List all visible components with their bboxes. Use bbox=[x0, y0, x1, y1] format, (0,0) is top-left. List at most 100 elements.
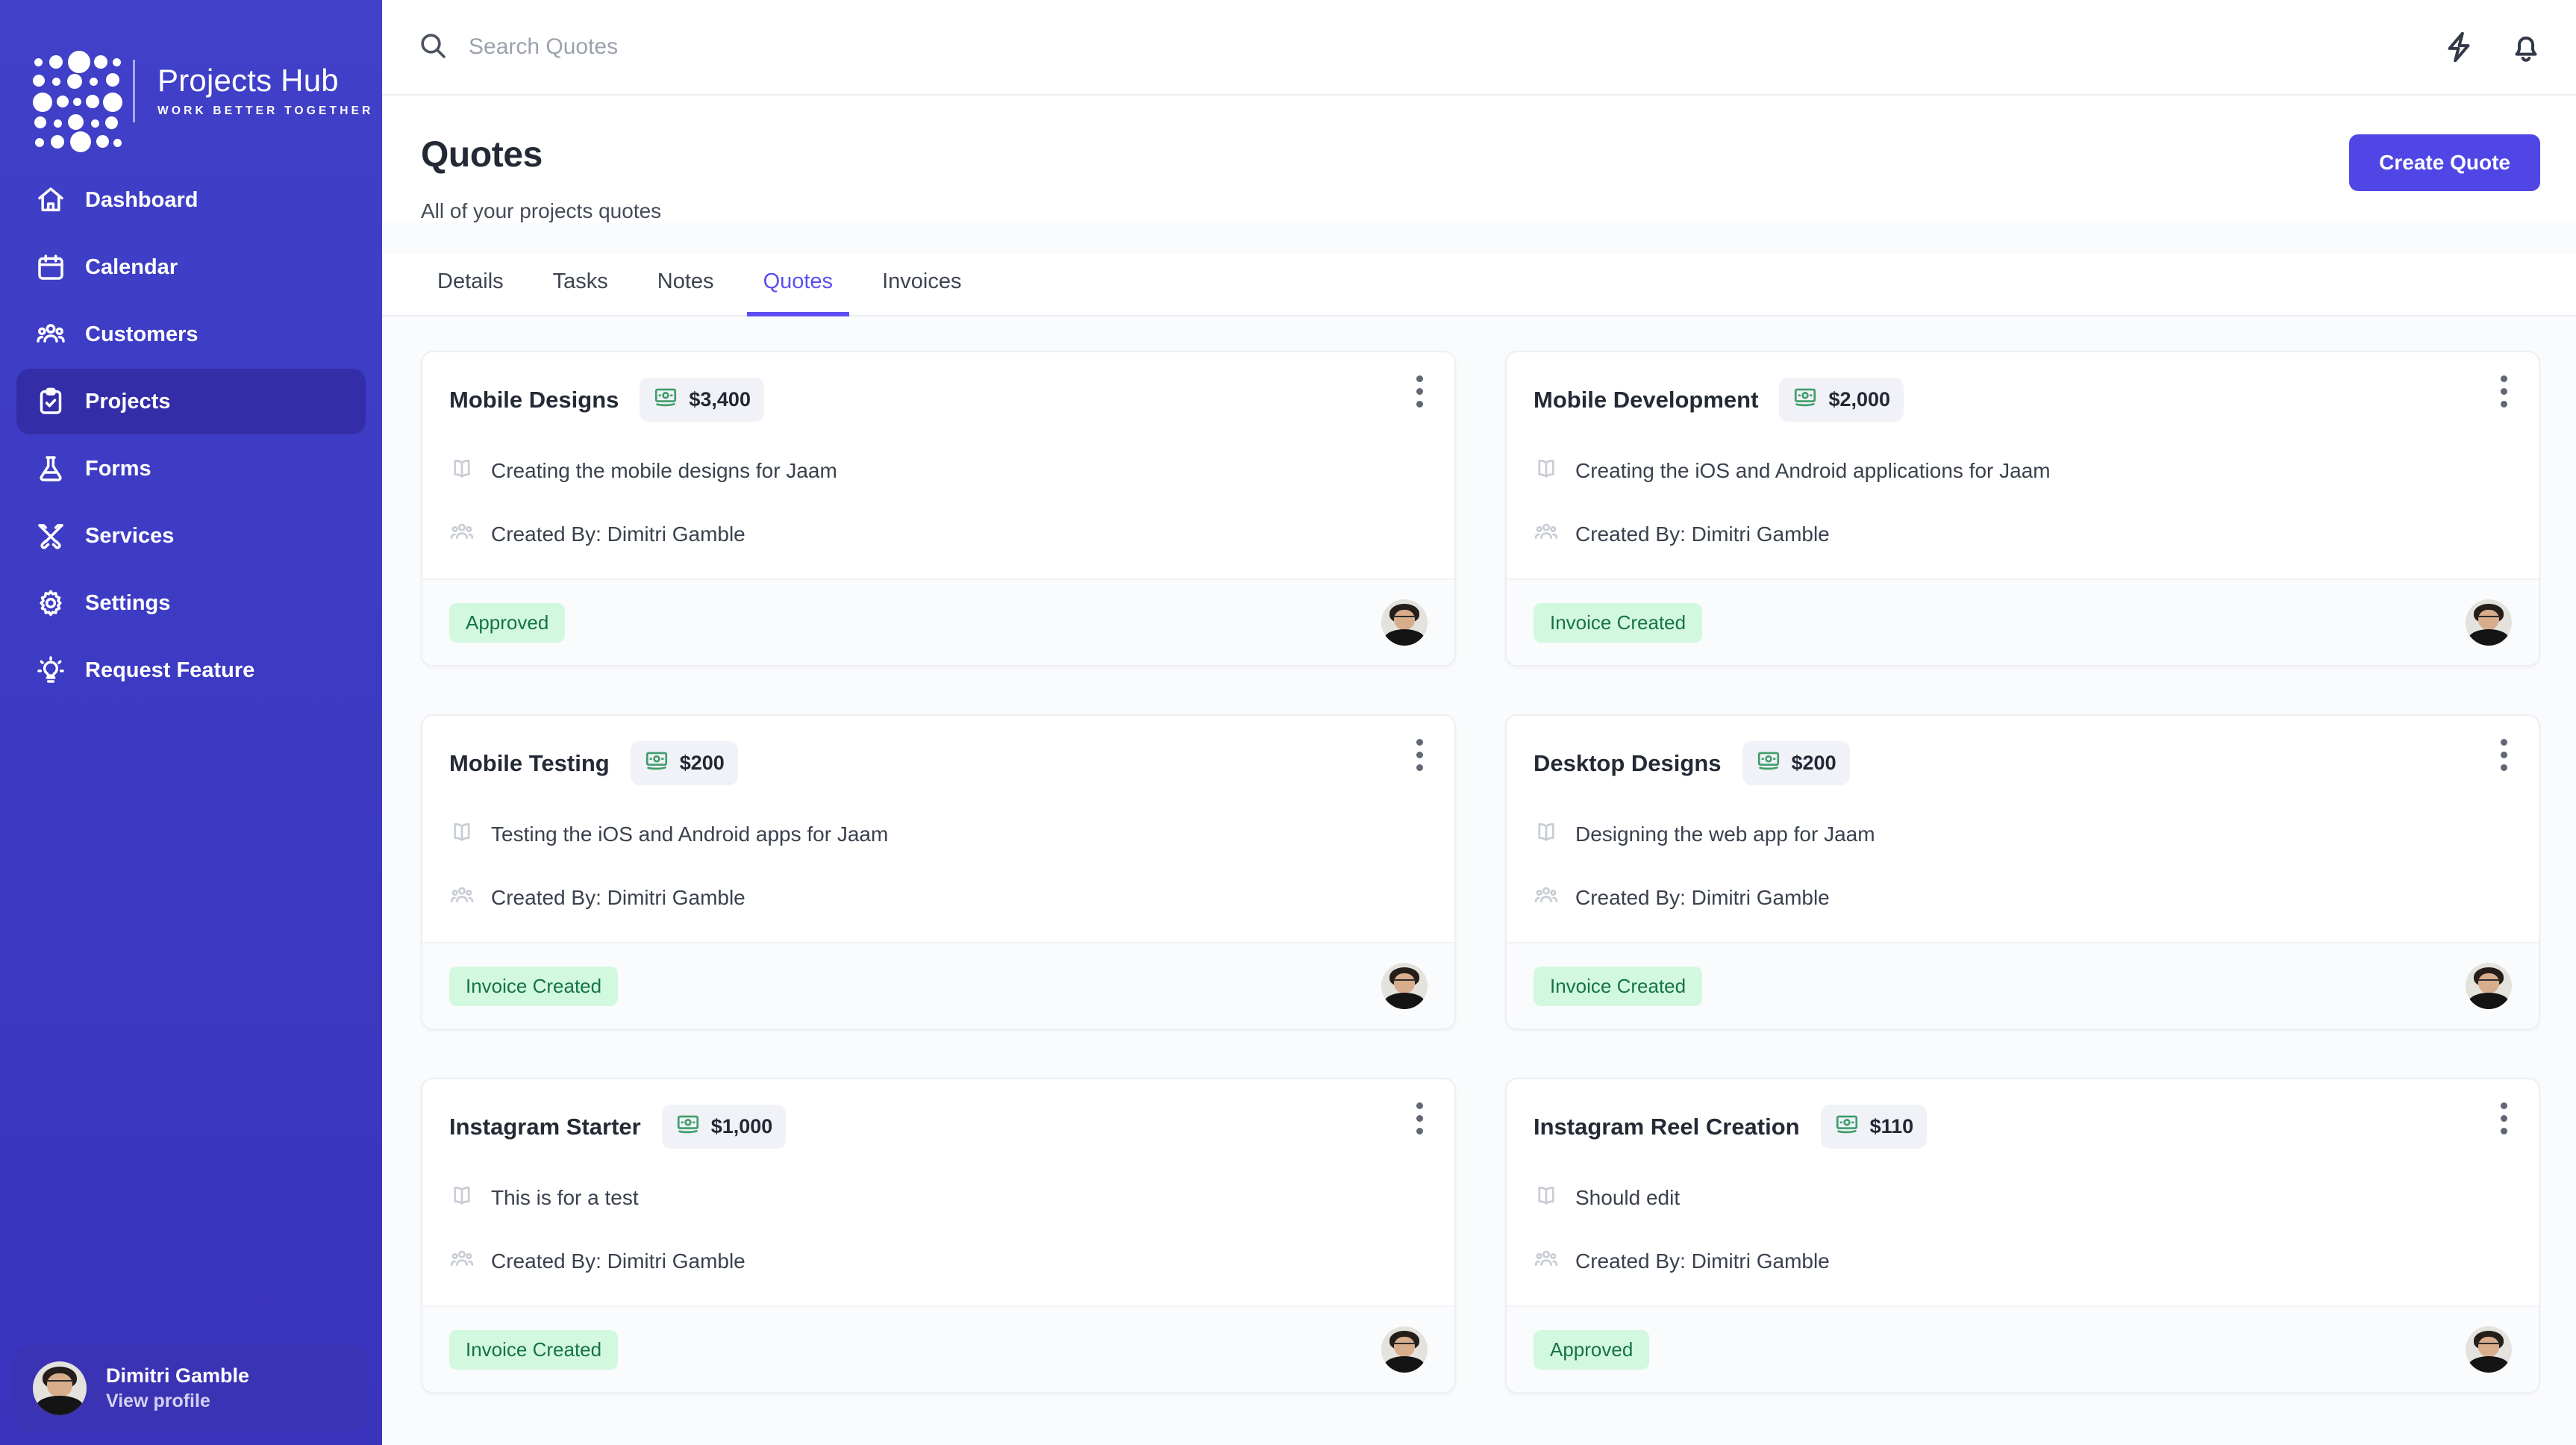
quote-title: Desktop Designs bbox=[1534, 749, 1722, 776]
book-icon bbox=[1534, 456, 1559, 485]
avatar bbox=[33, 1361, 87, 1415]
quote-price-pill: $110 bbox=[1820, 1105, 1928, 1149]
quote-author-row: Created By: Dimitri Gamble bbox=[1534, 883, 2512, 912]
kebab-menu-icon[interactable] bbox=[2491, 1099, 2516, 1137]
quote-title: Instagram Starter bbox=[449, 1113, 641, 1140]
view-profile-link[interactable]: View profile bbox=[106, 1391, 249, 1412]
sidebar-item-label: Calendar bbox=[85, 255, 178, 279]
sidebar-item-calendar[interactable]: Calendar bbox=[16, 234, 366, 300]
sidebar-item-request-feature[interactable]: Request Feature bbox=[16, 637, 366, 703]
status-badge: Approved bbox=[1534, 1329, 1650, 1370]
status-badge: Invoice Created bbox=[449, 966, 619, 1006]
quote-price-pill: $200 bbox=[630, 741, 738, 785]
quote-title: Instagram Reel Creation bbox=[1534, 1113, 1800, 1140]
book-icon bbox=[449, 1183, 475, 1212]
users-icon bbox=[449, 883, 475, 912]
tab-details[interactable]: Details bbox=[421, 256, 520, 316]
quote-author: Created By: Dimitri Gamble bbox=[491, 885, 745, 909]
quote-description-row: Should edit bbox=[1534, 1183, 2512, 1212]
quote-author: Created By: Dimitri Gamble bbox=[491, 1249, 745, 1273]
app-root: Projects Hub WORK BETTER TOGETHER Dashbo… bbox=[0, 0, 2576, 1445]
money-bill-icon bbox=[644, 749, 669, 778]
brand-logo[interactable]: Projects Hub WORK BETTER TOGETHER bbox=[0, 0, 382, 152]
quote-card[interactable]: Mobile Testing $200 Testing the iOS and … bbox=[421, 714, 1456, 1030]
users-icon bbox=[36, 319, 66, 349]
tab-invoices[interactable]: Invoices bbox=[866, 256, 978, 316]
calendar-icon bbox=[36, 252, 66, 282]
sidebar-profile[interactable]: Dimitri Gamble View profile bbox=[13, 1345, 369, 1432]
quote-title: Mobile Development bbox=[1534, 386, 1759, 413]
quote-author-row: Created By: Dimitri Gamble bbox=[449, 519, 1428, 549]
kebab-menu-icon[interactable] bbox=[2491, 372, 2516, 411]
avatar bbox=[2466, 599, 2512, 646]
avatar bbox=[1381, 599, 1428, 646]
quote-author-row: Created By: Dimitri Gamble bbox=[449, 1246, 1428, 1276]
money-bill-icon bbox=[653, 385, 678, 414]
quote-title: Mobile Testing bbox=[449, 749, 610, 776]
sidebar-item-customers[interactable]: Customers bbox=[16, 302, 366, 367]
quote-card[interactable]: Mobile Designs $3,400 Creating the mobil… bbox=[421, 351, 1456, 667]
quote-description: This is for a test bbox=[491, 1185, 639, 1209]
quotes-grid: Mobile Designs $3,400 Creating the mobil… bbox=[421, 351, 2540, 1393]
page-subtitle: All of your projects quotes bbox=[421, 199, 662, 222]
quote-description: Designing the web app for Jaam bbox=[1575, 822, 1875, 846]
tab-notes[interactable]: Notes bbox=[641, 256, 731, 316]
quote-description: Testing the iOS and Android apps for Jaa… bbox=[491, 822, 889, 846]
topbar bbox=[382, 0, 2576, 96]
lightning-bolt-icon[interactable] bbox=[2442, 30, 2476, 64]
tools-cross-icon bbox=[36, 521, 66, 551]
quote-price: $2,000 bbox=[1828, 388, 1891, 411]
quote-card[interactable]: Desktop Designs $200 Designing the web a… bbox=[1505, 714, 2540, 1030]
sidebar-item-services[interactable]: Services bbox=[16, 503, 366, 569]
book-icon bbox=[449, 456, 475, 485]
quote-price: $110 bbox=[1869, 1115, 1914, 1137]
sidebar-item-settings[interactable]: Settings bbox=[16, 570, 366, 636]
avatar bbox=[2466, 1326, 2512, 1373]
tab-quotes[interactable]: Quotes bbox=[746, 256, 850, 316]
quote-card[interactable]: Instagram Reel Creation $110 Should edit… bbox=[1505, 1078, 2540, 1393]
sidebar-item-label: Services bbox=[85, 523, 175, 548]
quote-price-pill: $2,000 bbox=[1779, 378, 1904, 422]
money-bill-icon bbox=[1792, 385, 1818, 414]
quote-description-row: Creating the iOS and Android application… bbox=[1534, 456, 2512, 485]
kebab-menu-icon[interactable] bbox=[2491, 735, 2516, 774]
quote-price: $200 bbox=[679, 752, 725, 774]
quote-author: Created By: Dimitri Gamble bbox=[1575, 1249, 1830, 1273]
bell-icon[interactable] bbox=[2509, 30, 2543, 64]
sidebar: Projects Hub WORK BETTER TOGETHER Dashbo… bbox=[0, 0, 382, 1445]
tab-bar: Details Tasks Notes Quotes Invoices bbox=[382, 255, 2576, 316]
search-input[interactable] bbox=[469, 34, 976, 60]
quote-card-footer: Invoice Created bbox=[1507, 578, 2539, 665]
quote-author-row: Created By: Dimitri Gamble bbox=[1534, 519, 2512, 549]
sidebar-item-label: Projects bbox=[85, 389, 171, 413]
flask-icon bbox=[36, 454, 66, 484]
kebab-menu-icon[interactable] bbox=[1407, 372, 1432, 411]
quote-description: Creating the iOS and Android application… bbox=[1575, 458, 2051, 482]
search-icon bbox=[418, 31, 448, 64]
create-quote-button[interactable]: Create Quote bbox=[2349, 134, 2540, 191]
users-icon bbox=[1534, 1246, 1559, 1276]
brand-divider bbox=[133, 60, 135, 122]
tab-tasks[interactable]: Tasks bbox=[537, 256, 625, 316]
quote-price-pill: $1,000 bbox=[661, 1105, 787, 1149]
money-bill-icon bbox=[675, 1112, 701, 1141]
book-icon bbox=[449, 820, 475, 849]
quote-description-row: Creating the mobile designs for Jaam bbox=[449, 456, 1428, 485]
sidebar-item-dashboard[interactable]: Dashboard bbox=[16, 167, 366, 233]
kebab-menu-icon[interactable] bbox=[1407, 735, 1432, 774]
dot-matrix-logo bbox=[33, 51, 122, 152]
quote-price-pill: $3,400 bbox=[640, 378, 764, 422]
sidebar-item-forms[interactable]: Forms bbox=[16, 436, 366, 502]
avatar bbox=[1381, 1326, 1428, 1373]
search-box[interactable] bbox=[418, 31, 2442, 64]
profile-name: Dimitri Gamble bbox=[106, 1364, 250, 1387]
kebab-menu-icon[interactable] bbox=[1407, 1099, 1432, 1137]
quote-description-row: Testing the iOS and Android apps for Jaa… bbox=[449, 820, 1428, 849]
quote-card[interactable]: Instagram Starter $1,000 This is for a t… bbox=[421, 1078, 1456, 1393]
sidebar-item-projects[interactable]: Projects bbox=[16, 369, 366, 434]
gear-icon bbox=[36, 588, 66, 618]
quote-description: Should edit bbox=[1575, 1185, 1681, 1209]
quote-card[interactable]: Mobile Development $2,000 Creating the i… bbox=[1505, 351, 2540, 667]
main-area: Quotes All of your projects quotes Creat… bbox=[382, 0, 2576, 1445]
status-badge: Invoice Created bbox=[1534, 602, 1703, 643]
